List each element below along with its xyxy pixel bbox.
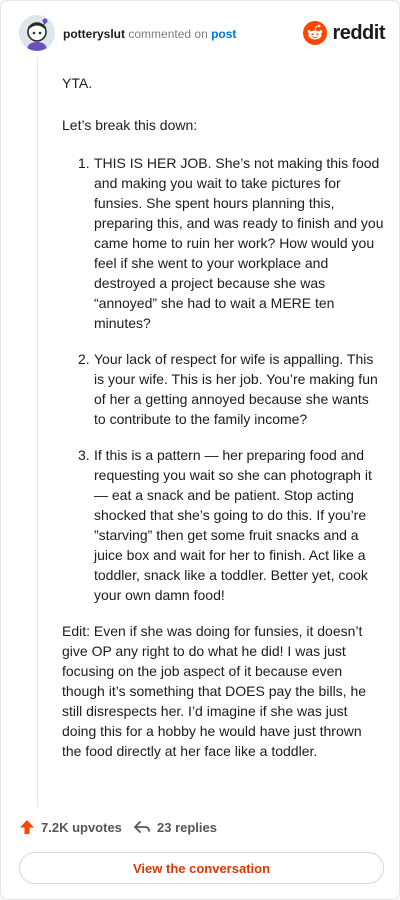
list-number: 3. — [78, 447, 90, 463]
reddit-logo-icon — [303, 21, 328, 45]
list-item: 3. If this is a pattern — her preparing … — [62, 445, 384, 605]
comment-intro: Let’s break this down: — [62, 117, 198, 133]
avatar-icon — [19, 15, 55, 51]
list-item-text: THIS IS HER JOB. She’s not making this f… — [94, 155, 384, 331]
upvote-count: 7.2K upvotes — [41, 819, 122, 835]
comment-edit: Edit: Even if she was doing for funsies,… — [62, 623, 367, 759]
reddit-brand[interactable]: reddit — [303, 20, 385, 46]
list-item: 2. Your lack of respect for wife is appa… — [62, 349, 384, 429]
thread-line — [37, 57, 38, 807]
reply-arrow-icon — [134, 821, 150, 833]
comment-body: YTA. Let’s break this down: 1. THIS IS H… — [62, 73, 384, 783]
comment-footer: 7.2K upvotes 23 replies — [1, 813, 400, 843]
action-text: commented on — [128, 27, 208, 41]
upvote-arrow-icon — [20, 820, 34, 834]
list-item-text: Your lack of respect for wife is appalli… — [94, 351, 378, 427]
post-link[interactable]: post — [211, 27, 236, 41]
brand-text: reddit — [332, 21, 385, 44]
reply-count: 23 replies — [157, 819, 217, 835]
list-item: 1. THIS IS HER JOB. She’s not making thi… — [62, 153, 384, 333]
list-number: 1. — [78, 155, 90, 171]
comment-header: potteryslut commented on post reddit — [1, 1, 400, 65]
reply-button[interactable]: 23 replies — [133, 819, 217, 835]
upvote-button[interactable]: 7.2K upvotes — [19, 819, 122, 835]
comment-card: potteryslut commented on post reddit YTA… — [0, 0, 400, 900]
author-line: potteryslut commented on post — [63, 26, 236, 42]
username[interactable]: potteryslut — [63, 27, 125, 41]
list-item-text: If this is a pattern — her preparing foo… — [94, 447, 372, 603]
comment-opening: YTA. — [62, 75, 93, 91]
numbered-list: 1. THIS IS HER JOB. She’s not making thi… — [62, 153, 384, 605]
list-number: 2. — [78, 351, 90, 367]
view-conversation-button[interactable]: View the conversation — [19, 852, 384, 884]
avatar[interactable] — [19, 15, 55, 51]
